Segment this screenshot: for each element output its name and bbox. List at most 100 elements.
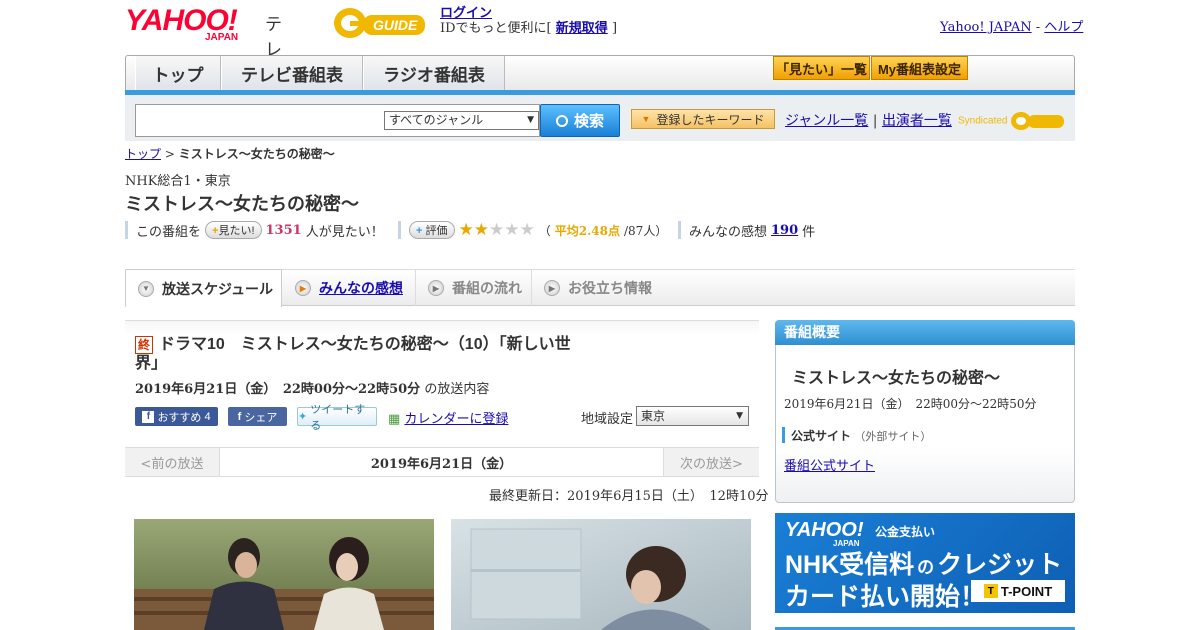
impressions-prefix: みんなの感想 — [689, 224, 768, 240]
mitai-button-label: 見たい! — [218, 225, 255, 237]
rating-stat: + 評価 ★★★★★ （平均2.48点/87人） — [398, 220, 667, 240]
search-links: ジャンル一覧 | 出演者一覧 — [785, 110, 952, 130]
breadcrumb-top-link[interactable]: トップ — [125, 147, 161, 161]
dropdown-arrow-icon: ▼ — [641, 114, 651, 124]
genre-select-value: すべてのジャンル — [389, 113, 484, 127]
nhk-credit-banner[interactable]: YAHOO! JAPAN 公金支払い NHK受信料のクレジット カード払い開始！… — [775, 513, 1075, 613]
tpoint-badge: T T-POINT — [971, 580, 1065, 602]
help-link[interactable]: ヘルプ — [1044, 20, 1083, 35]
prev-broadcast-button[interactable]: <前の放送 — [125, 448, 220, 476]
tab-flow: ▶ 番組の流れ — [415, 270, 530, 306]
final-episode-badge: 終 — [135, 336, 153, 354]
calendar-register: ▦ カレンダーに登録 — [388, 408, 508, 427]
plus-icon: + — [416, 225, 423, 237]
search-button[interactable]: 検索 — [540, 104, 620, 137]
tab-info-label: お役立ち情報 — [568, 280, 652, 296]
login-link[interactable]: ログイン — [440, 6, 492, 21]
episode-photo-1[interactable] — [134, 519, 434, 630]
region-select[interactable]: 東京 ▼ — [636, 406, 749, 426]
play-arrow-icon: ▶ — [428, 280, 444, 296]
search-button-label: 検索 — [573, 113, 604, 130]
nav-tab-tv-schedule[interactable]: テレビ番組表 — [221, 56, 363, 90]
login-box: ログイン IDでもっと便利に[ 新規取得 ] — [440, 6, 617, 36]
top-right-links: Yahoo! JAPAN - ヘルプ — [940, 16, 1083, 35]
facebook-icon: f — [237, 410, 242, 423]
tab-info: ▶ お役立ち情報 — [531, 270, 661, 306]
mitai-suffix: 人が見たい！ — [305, 224, 384, 240]
impressions-count-link[interactable]: 190 — [771, 223, 798, 238]
tpoint-icon: T — [983, 584, 998, 598]
twitter-bird-icon: ✦ — [298, 411, 308, 423]
facebook-icon: f — [142, 410, 155, 423]
gguide-logo-text: GUIDE — [373, 17, 418, 33]
facebook-recommend-button[interactable]: f おすすめ 4 — [135, 407, 218, 426]
official-site-link[interactable]: 番組公式サイト — [784, 455, 875, 474]
gguide-logo[interactable]: GUIDE — [333, 6, 431, 40]
syndicated-gguide-badge: Syndicated — [958, 110, 1066, 132]
top-link-separator: - — [1035, 20, 1041, 35]
tab-schedule-label: 放送スケジュール — [162, 280, 274, 297]
overview-airtime: 2019年6月21日（金） 22時00分～22時50分 — [784, 397, 1037, 411]
rating-open: （ — [538, 223, 551, 238]
breadcrumb: トップ > ミストレス～女たちの秘密～ — [125, 145, 335, 162]
performer-list-link[interactable]: 出演者一覧 — [882, 113, 952, 129]
facebook-share-label: シェア — [244, 411, 278, 424]
tweet-button[interactable]: ✦ ツイートする — [297, 404, 377, 432]
banner-headline-1: NHK受信料のクレジット — [785, 545, 1062, 581]
search-icon — [555, 114, 568, 127]
registered-keyword-button[interactable]: ▼ 登録したキーワード — [631, 109, 775, 129]
star-empty-icon: ★ — [489, 220, 505, 240]
episode-date-suffix: の放送内容 — [424, 382, 490, 397]
genre-list-link[interactable]: ジャンル一覧 — [785, 113, 868, 129]
facebook-share-button[interactable]: f シェア — [228, 407, 287, 426]
episode-airtime: 2019年6月21日（金） 22時00分～22時50分 の放送内容 — [135, 378, 489, 397]
nav-tab-top[interactable]: トップ — [135, 56, 221, 90]
banner-no: の — [917, 558, 935, 577]
login-prompt: IDでもっと便利に[ — [440, 21, 552, 36]
tweet-label: ツイートする — [310, 403, 366, 432]
registered-keyword-label: 登録したキーワード — [656, 112, 765, 127]
star-empty-icon: ★ — [504, 220, 520, 240]
region-label: 地域設定 — [581, 412, 634, 427]
genre-select[interactable]: すべてのジャンル ▼ — [384, 111, 539, 130]
calendar-icon: ▦ — [388, 412, 401, 427]
tab-impressions[interactable]: ▶ みんなの感想 — [283, 270, 413, 306]
chevron-down-icon: ▼ — [527, 115, 534, 125]
signup-link[interactable]: 新規取得 — [556, 21, 608, 36]
calendar-register-link[interactable]: カレンダーに登録 — [404, 412, 508, 427]
mitai-list-button[interactable]: 「見たい」一覧 — [773, 56, 870, 80]
yahoo-japan-link[interactable]: Yahoo! JAPAN — [940, 20, 1032, 35]
next-broadcast-button[interactable]: 次の放送> — [663, 448, 759, 476]
episode-title-text: ドラマ10 ミストレス～女たちの秘密～（10）「新しい世界」 — [135, 336, 571, 372]
search-link-divider: | — [872, 113, 878, 129]
play-arrow-icon: ▶ — [544, 280, 560, 296]
yahoo-tv-logo[interactable]: YAHOO! JAPAN テレビ — [125, 6, 282, 85]
rating-button[interactable]: + 評価 — [409, 221, 455, 239]
tab-schedule[interactable]: ▼ 放送スケジュール — [125, 269, 282, 307]
banner-nhk-fee: NHK受信料 — [785, 551, 915, 579]
episode-photo-2[interactable] — [451, 519, 751, 630]
rating-button-label: 評価 — [425, 225, 448, 237]
nav-tab-radio-schedule[interactable]: ラジオ番組表 — [363, 56, 505, 90]
tab-impressions-label[interactable]: みんなの感想 — [319, 278, 403, 298]
mitai-stat: この番組を +見たい! 1351 人が見たい！ — [125, 221, 384, 240]
breadcrumb-current: ミストレス～女たちの秘密～ — [178, 147, 335, 161]
syndicated-label: Syndicated — [958, 115, 1008, 127]
rating-stars: ★★★★★ — [459, 220, 535, 240]
external-site-note: （外部サイト） — [854, 431, 932, 443]
last-updated: 最終更新日：2019年6月15日（土） 12時10分 — [489, 489, 769, 504]
mitai-button[interactable]: +見たい! — [205, 221, 262, 239]
overview-title: ミストレス～女たちの秘密～ — [792, 370, 1001, 387]
mitai-count: 1351 — [265, 222, 302, 238]
episode-date: 2019年6月21日（金） 22時00分～22時50分 — [135, 382, 421, 397]
banner-headline-2: カード払い開始！ — [785, 583, 986, 611]
my-schedule-button[interactable]: My番組表設定 — [871, 56, 968, 80]
star-filled-icon: ★ — [473, 220, 489, 240]
channel-name: NHK総合1・東京 — [125, 174, 231, 189]
tab-flow-label: 番組の流れ — [452, 280, 522, 296]
impressions-stat: みんなの感想 190 件 — [678, 221, 815, 240]
play-arrow-icon: ▶ — [295, 280, 311, 296]
region-select-value: 東京 — [641, 409, 666, 423]
facebook-recommend-label: おすすめ — [157, 411, 202, 424]
login-suffix: ] — [611, 21, 618, 36]
